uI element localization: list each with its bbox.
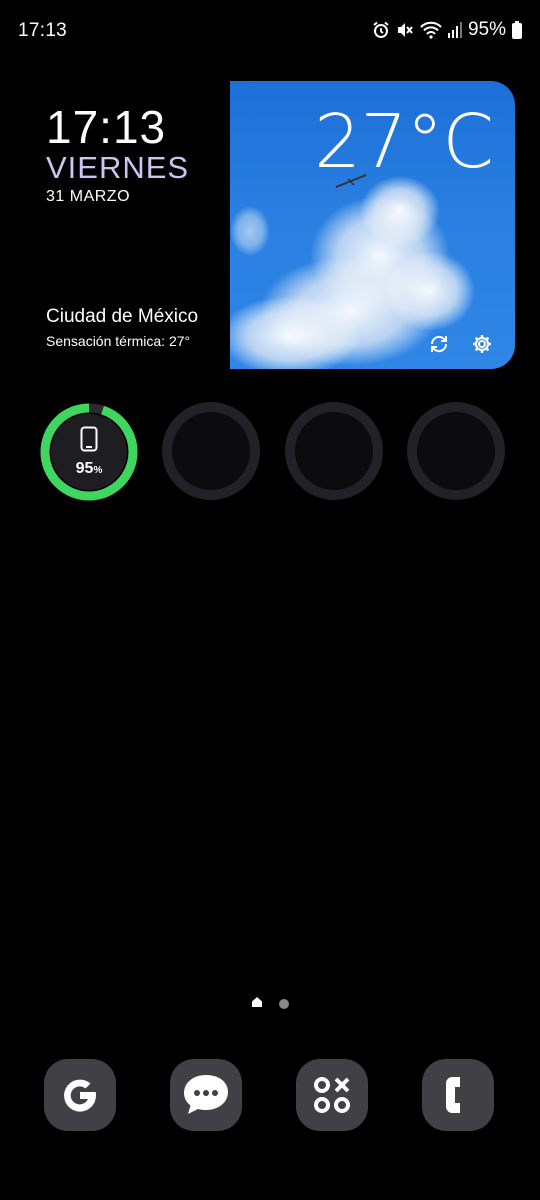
wifi-icon — [420, 21, 442, 39]
weather-city[interactable]: Ciudad de México — [46, 306, 198, 328]
google-app[interactable] — [44, 1059, 116, 1131]
battery-widget[interactable]: 95% — [39, 402, 139, 502]
signal-icon — [447, 22, 462, 38]
clock-widget-time[interactable]: 17:13 — [46, 100, 166, 154]
empty-widget-slot-2[interactable] — [285, 402, 383, 500]
messages-app[interactable] — [170, 1059, 242, 1131]
refresh-icon[interactable] — [428, 333, 454, 359]
empty-widget-slot-1[interactable] — [162, 402, 260, 500]
status-bar-icons: 95% — [372, 19, 522, 41]
phone-app[interactable] — [422, 1059, 494, 1131]
phone-device-icon — [80, 426, 98, 457]
battery-widget-unit: % — [93, 465, 103, 476]
status-bar-time: 17:13 — [18, 20, 68, 41]
battery-icon — [512, 21, 522, 39]
alarm-icon — [372, 21, 390, 39]
settings-icon[interactable] — [471, 333, 497, 359]
home-icon[interactable] — [251, 995, 263, 1013]
page-indicator[interactable] — [251, 995, 289, 1013]
battery-widget-number: 95 — [75, 460, 94, 477]
mute-icon — [396, 21, 414, 39]
clock-widget-date: 31 MARZO — [46, 188, 131, 205]
weather-feels-like: Sensación térmica: 27° — [46, 333, 191, 349]
weather-card[interactable]: 27°C — [230, 81, 515, 369]
clock-widget-day: VIERNES — [46, 150, 190, 185]
battery-percent: 95% — [467, 19, 506, 40]
page-dot[interactable] — [279, 999, 289, 1009]
game-launcher-app[interactable] — [296, 1059, 368, 1131]
battery-widget-value: 95% — [39, 460, 139, 478]
empty-widget-slot-3[interactable] — [407, 402, 505, 500]
weather-temperature: 27°C — [314, 99, 494, 185]
